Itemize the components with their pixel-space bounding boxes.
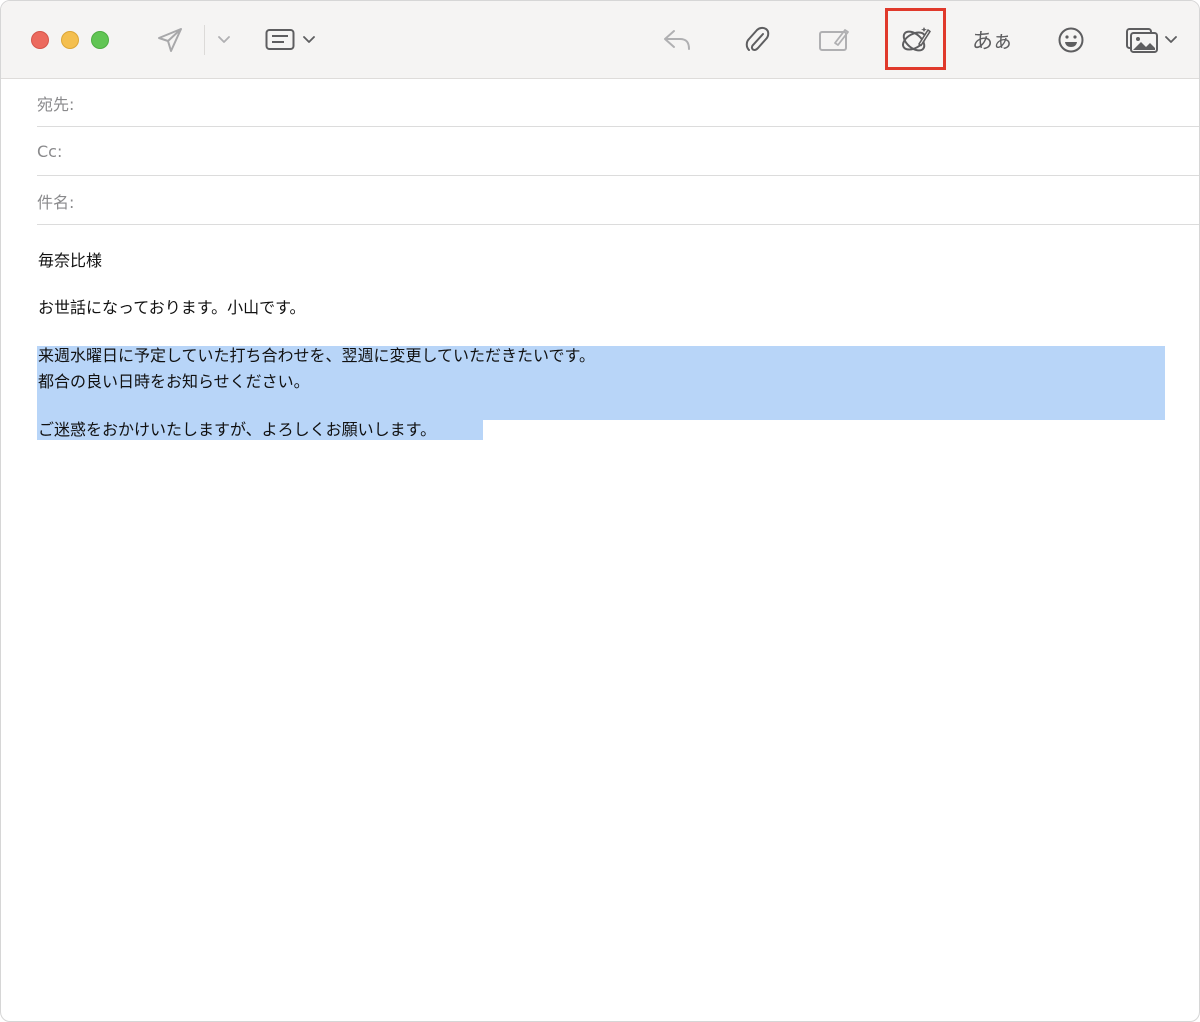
- paperclip-icon: [745, 26, 770, 52]
- emoji-button[interactable]: [1053, 21, 1089, 59]
- paper-plane-icon: [158, 28, 182, 52]
- minimize-window-button[interactable]: [61, 31, 79, 49]
- attach-button[interactable]: [739, 21, 775, 59]
- to-field[interactable]: 宛先:: [37, 79, 1199, 127]
- mail-compose-window: あぁ 宛先: Cc: 件名: 毎奈比様 お世話になっております。小山です。 来週…: [0, 0, 1200, 1022]
- send-options-button[interactable]: [213, 21, 235, 59]
- format-label: あぁ: [972, 29, 1013, 53]
- highlight-box: [885, 8, 946, 70]
- subject-field[interactable]: 件名:: [37, 177, 1199, 225]
- cc-label: Cc:: [37, 142, 63, 161]
- body-line: 都合の良い日時をお知らせください。: [38, 372, 310, 391]
- send-button[interactable]: [151, 21, 189, 59]
- reply-arrow-icon: [664, 30, 690, 50]
- header-fields-button[interactable]: [263, 21, 317, 59]
- zoom-window-button[interactable]: [91, 31, 109, 49]
- greeting-line: 毎奈比様: [38, 251, 103, 270]
- chevron-down-icon: [1165, 36, 1177, 43]
- markup-button[interactable]: [815, 21, 853, 59]
- body-line: 来週水曜日に予定していた打ち合わせを、翌週に変更していただきたいです。: [38, 346, 595, 365]
- toolbar-divider: [204, 25, 205, 55]
- markup-pen-icon: [819, 29, 849, 51]
- closing-line: ご迷惑をおかけいたしますが、よろしくお願いします。: [38, 420, 437, 439]
- smiley-icon: [1058, 27, 1084, 53]
- intro-line: お世話になっております。小山です。: [38, 298, 306, 317]
- subject-label: 件名:: [37, 192, 75, 212]
- photo-browser-button[interactable]: [1123, 21, 1179, 59]
- chevron-down-icon: [218, 36, 230, 43]
- message-body[interactable]: 毎奈比様 お世話になっております。小山です。 来週水曜日に予定していた打ち合わせ…: [1, 225, 1199, 1021]
- toolbar: あぁ: [1, 1, 1199, 79]
- reply-button[interactable]: [659, 21, 695, 59]
- header-fields-icon: [265, 29, 295, 50]
- photo-browser-icon: [1126, 28, 1158, 53]
- to-label: 宛先:: [37, 94, 75, 114]
- format-button[interactable]: あぁ: [967, 21, 1017, 59]
- cc-field[interactable]: Cc:: [37, 128, 1199, 176]
- chevron-down-icon: [303, 36, 315, 43]
- close-window-button[interactable]: [31, 31, 49, 49]
